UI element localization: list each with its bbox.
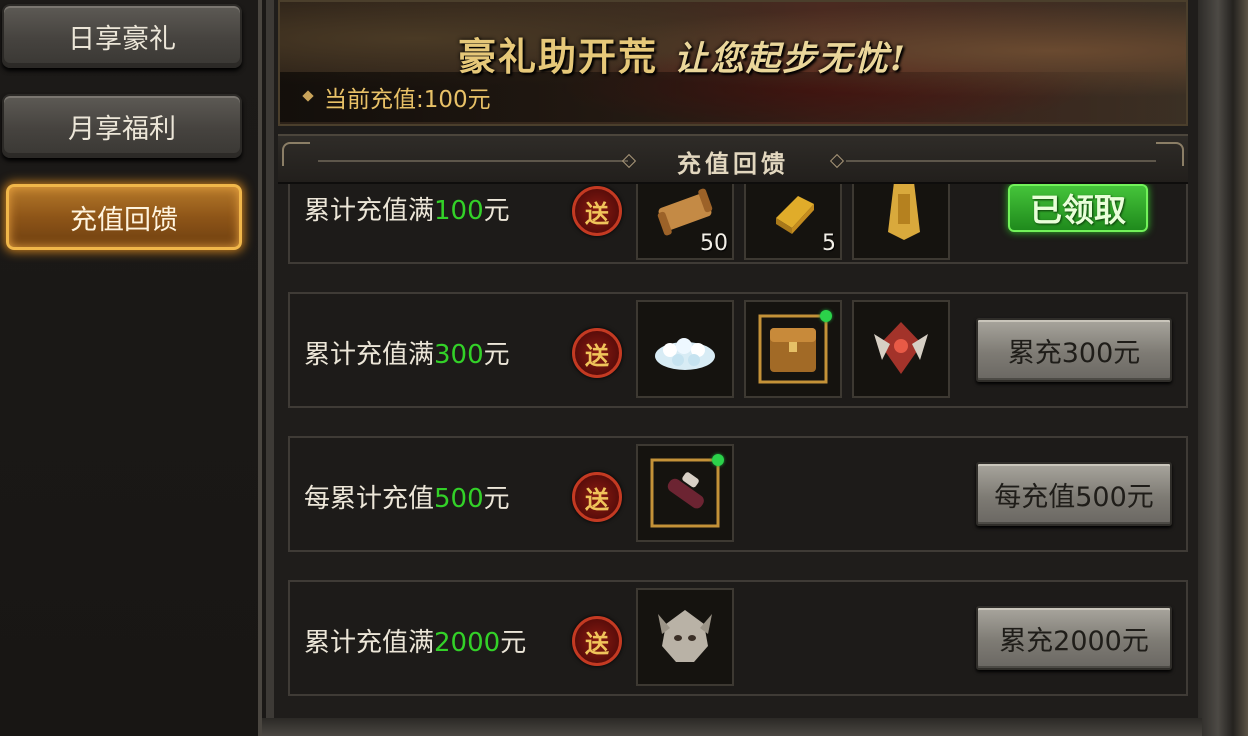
sidebar: 日享豪礼 月享福利 充值回馈 [0,0,262,736]
condition-amount: 500 [434,484,484,514]
reward-item-slot[interactable] [852,300,950,398]
reward-item-slot[interactable] [636,588,734,686]
green-gem-icon [712,454,724,466]
gift-badge-icon: 送 [572,472,622,522]
reward-list[interactable]: 累计充值满100元 送 50 5 已领取 累计充值满300元 送 累充300元 … [278,184,1188,714]
reward-item-slot[interactable]: 5 [744,184,842,260]
condition-unit: 元 [483,484,510,514]
sidebar-item-label: 月享福利 [68,113,176,145]
cumulative-300-button[interactable]: 累充300元 [976,318,1172,382]
claimed-button[interactable]: 已领取 [1008,184,1148,232]
sidebar-item-label: 日享豪礼 [68,23,176,55]
reward-item-slot[interactable] [744,300,842,398]
banner-slogan-main: 豪礼助开荒 [458,34,659,79]
current-recharge-label: 当前充值: [324,87,424,113]
reward-item-slot[interactable] [636,444,734,542]
condition-text: 累计充值满 [304,340,435,370]
gold-bar-icon [776,196,814,234]
banner-slogan-sub: 让您起步无忧! [674,39,907,79]
promo-banner: 豪礼助开荒 让您起步无忧! 当前充值:100元 [278,0,1188,126]
divider [846,160,1156,162]
section-header: 充值回馈 [278,134,1188,184]
reward-item-slot[interactable] [852,184,950,260]
window-frame-right [1198,0,1248,736]
treasure-chest-icon [758,314,828,384]
sidebar-item-recharge-rewards[interactable]: 充值回馈 [6,184,242,250]
reward-condition: 累计充值满100元 [304,190,510,227]
sidebar-item-label: 充值回馈 [70,204,178,236]
cumulative-2000-button[interactable]: 累充2000元 [976,606,1172,670]
condition-amount: 100 [434,196,484,226]
dragon-helmet-icon [658,610,712,662]
condition-unit: 元 [483,340,510,370]
reward-row: 累计充值满2000元 送 累充2000元 [288,580,1188,696]
current-recharge-value: 100元 [423,87,491,113]
banner-slogan: 豪礼助开荒 让您起步无忧! [458,26,907,81]
item-quantity: 5 [822,231,836,256]
scroll-case-icon [650,458,720,528]
green-gem-icon [820,310,832,322]
item-quantity: 50 [700,231,728,256]
window-frame-bottom [262,718,1202,736]
reward-row: 累计充值满100元 送 50 5 已领取 [288,184,1188,264]
condition-text: 累计充值满 [304,196,435,226]
red-emblem-icon [874,322,928,374]
gold-talisman-icon [888,184,920,240]
condition-amount: 2000 [434,628,501,658]
diamond-pile-icon [655,338,715,370]
reward-condition: 累计充值满2000元 [304,622,526,659]
condition-text: 每累计充值 [304,484,435,514]
reward-condition: 每累计充值500元 [304,478,510,515]
reward-row: 每累计充值500元 送 每充值500元 [288,436,1188,552]
gift-badge-icon: 送 [572,616,622,666]
gift-badge-icon: 送 [572,328,622,378]
reward-item-slot[interactable] [636,300,734,398]
current-recharge: 当前充值:100元 [324,80,491,114]
per-500-button[interactable]: 每充值500元 [976,462,1172,526]
condition-amount: 300 [434,340,484,370]
condition-unit: 元 [483,196,510,226]
sidebar-item-monthly-benefits[interactable]: 月享福利 [2,94,242,158]
reward-row: 累计充值满300元 送 累充300元 [288,292,1188,408]
reward-condition: 累计充值满300元 [304,334,510,371]
condition-text: 累计充值满 [304,628,435,658]
condition-unit: 元 [500,628,527,658]
reward-item-slot[interactable]: 50 [636,184,734,260]
gift-badge-icon: 送 [572,186,622,236]
sidebar-item-daily-gifts[interactable]: 日享豪礼 [2,4,242,68]
